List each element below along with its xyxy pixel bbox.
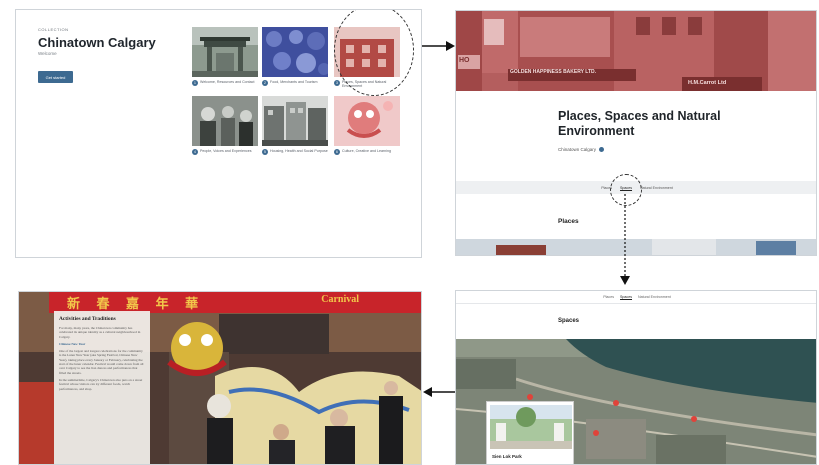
carnival-banner: 新 春 嘉 年 華 Carnival xyxy=(49,292,421,313)
section-heading-spaces: Spaces xyxy=(558,318,580,324)
hero-sign-ho: HO xyxy=(459,57,470,64)
card-number-badge: 1 xyxy=(192,80,198,86)
card-thumbnail-people xyxy=(192,96,258,146)
story-sidebar-card: Activities and Traditions For many, many… xyxy=(54,311,150,464)
byline-text: Chinatown Calgary xyxy=(558,147,597,152)
hero-sign-carrot: H.M.Carrot Ltd xyxy=(688,80,727,86)
collection-card-4[interactable]: 4 People, Voices and Experiences xyxy=(192,96,258,155)
byline-logo-icon xyxy=(599,147,605,152)
story-byline: Chinatown Calgary xyxy=(558,147,605,152)
card-number-badge: 2 xyxy=(262,80,268,86)
nav-spaces[interactable]: Spaces xyxy=(620,295,632,299)
sidebar-paragraph-3: In the summertime, Calgary's Chinatown a… xyxy=(59,377,143,391)
collection-title: Chinatown Calgary xyxy=(38,35,156,50)
collection-landing-panel: COLLECTION Chinatown Calgary Welcome Get… xyxy=(15,9,422,258)
collection-card-5[interactable]: 5 Housing, Health and Social Purpose xyxy=(262,96,328,155)
sidebar-subheading: Chinese New Year xyxy=(59,341,86,346)
nav-natural-environment[interactable]: Natural Environment xyxy=(638,295,671,299)
map-popup-card[interactable]: Sien Lok Park xyxy=(486,401,574,464)
card-number-badge: 4 xyxy=(192,149,198,155)
card-label: People, Voices and Experiences xyxy=(200,149,252,153)
highlight-circle-card-3 xyxy=(334,10,414,96)
nav-natural-environment[interactable]: Natural Environment xyxy=(640,186,673,190)
banner-carnival-text: Carnival xyxy=(321,294,359,305)
card-thumbnail-street xyxy=(262,96,328,146)
sidebar-paragraph-2: One of the largest and longest celebrati… xyxy=(59,349,144,375)
section-heading-places: Places xyxy=(558,218,579,225)
card-number-badge: 3 xyxy=(334,80,340,86)
sidebar-intro: For many, many years, the Chinatown comm… xyxy=(59,326,141,339)
card-thumbnail-dumplings xyxy=(262,27,328,77)
section-image-strip xyxy=(456,239,816,255)
card-number-badge: 6 xyxy=(334,149,340,155)
sidebar-title: Activities and Traditions xyxy=(59,316,116,322)
spaces-map-panel: Places Spaces Natural Environment Spaces xyxy=(455,290,817,465)
story-header-panel: GOLDEN HAPPINESS BAKERY LTD. H.M.Carrot … xyxy=(455,10,817,256)
banner-chinese-text: 新 春 嘉 年 華 xyxy=(67,297,205,312)
hero-image-storefronts: GOLDEN HAPPINESS BAKERY LTD. H.M.Carrot … xyxy=(456,11,816,91)
hero-sign-bakery: GOLDEN HAPPINESS BAKERY LTD. xyxy=(510,69,597,75)
card-number-badge: 5 xyxy=(262,149,268,155)
screenshot-composite: COLLECTION Chinatown Calgary Welcome Get… xyxy=(0,0,819,465)
card-thumbnail-lion-dance xyxy=(334,96,400,146)
card-thumbnail-gate xyxy=(192,27,258,77)
card-label: Housing, Health and Social Purpose xyxy=(270,149,328,153)
section-nav: Places Spaces Natural Environment xyxy=(456,291,816,304)
collection-card-6[interactable]: 6 Culture, Creative and Learning xyxy=(334,96,400,155)
arrow-left-icon xyxy=(423,387,455,397)
activities-panel: 新 春 嘉 年 華 Carnival Activities and Tradit… xyxy=(18,291,422,465)
card-label: Welcome, Resources and Contact xyxy=(200,80,255,84)
popup-image-park xyxy=(490,405,572,449)
card-label: Culture, Creative and Learning xyxy=(342,149,391,153)
popup-place-name: Sien Lok Park xyxy=(492,454,522,459)
collection-card-2[interactable]: 2 Food, Merchants and Tourism xyxy=(262,27,328,86)
arrow-down-icon xyxy=(620,194,630,285)
collection-subtitle: Welcome xyxy=(38,51,57,56)
arrow-right-icon xyxy=(422,41,455,51)
collection-kicker: COLLECTION xyxy=(38,27,69,32)
nav-places[interactable]: Places xyxy=(603,295,614,299)
card-label: Food, Merchants and Tourism xyxy=(270,80,318,84)
story-title: Places, Spaces and Natural Environment xyxy=(558,109,721,138)
collection-card-1[interactable]: 1 Welcome, Resources and Contact xyxy=(192,27,258,86)
get-started-button[interactable]: Get started xyxy=(38,71,73,83)
